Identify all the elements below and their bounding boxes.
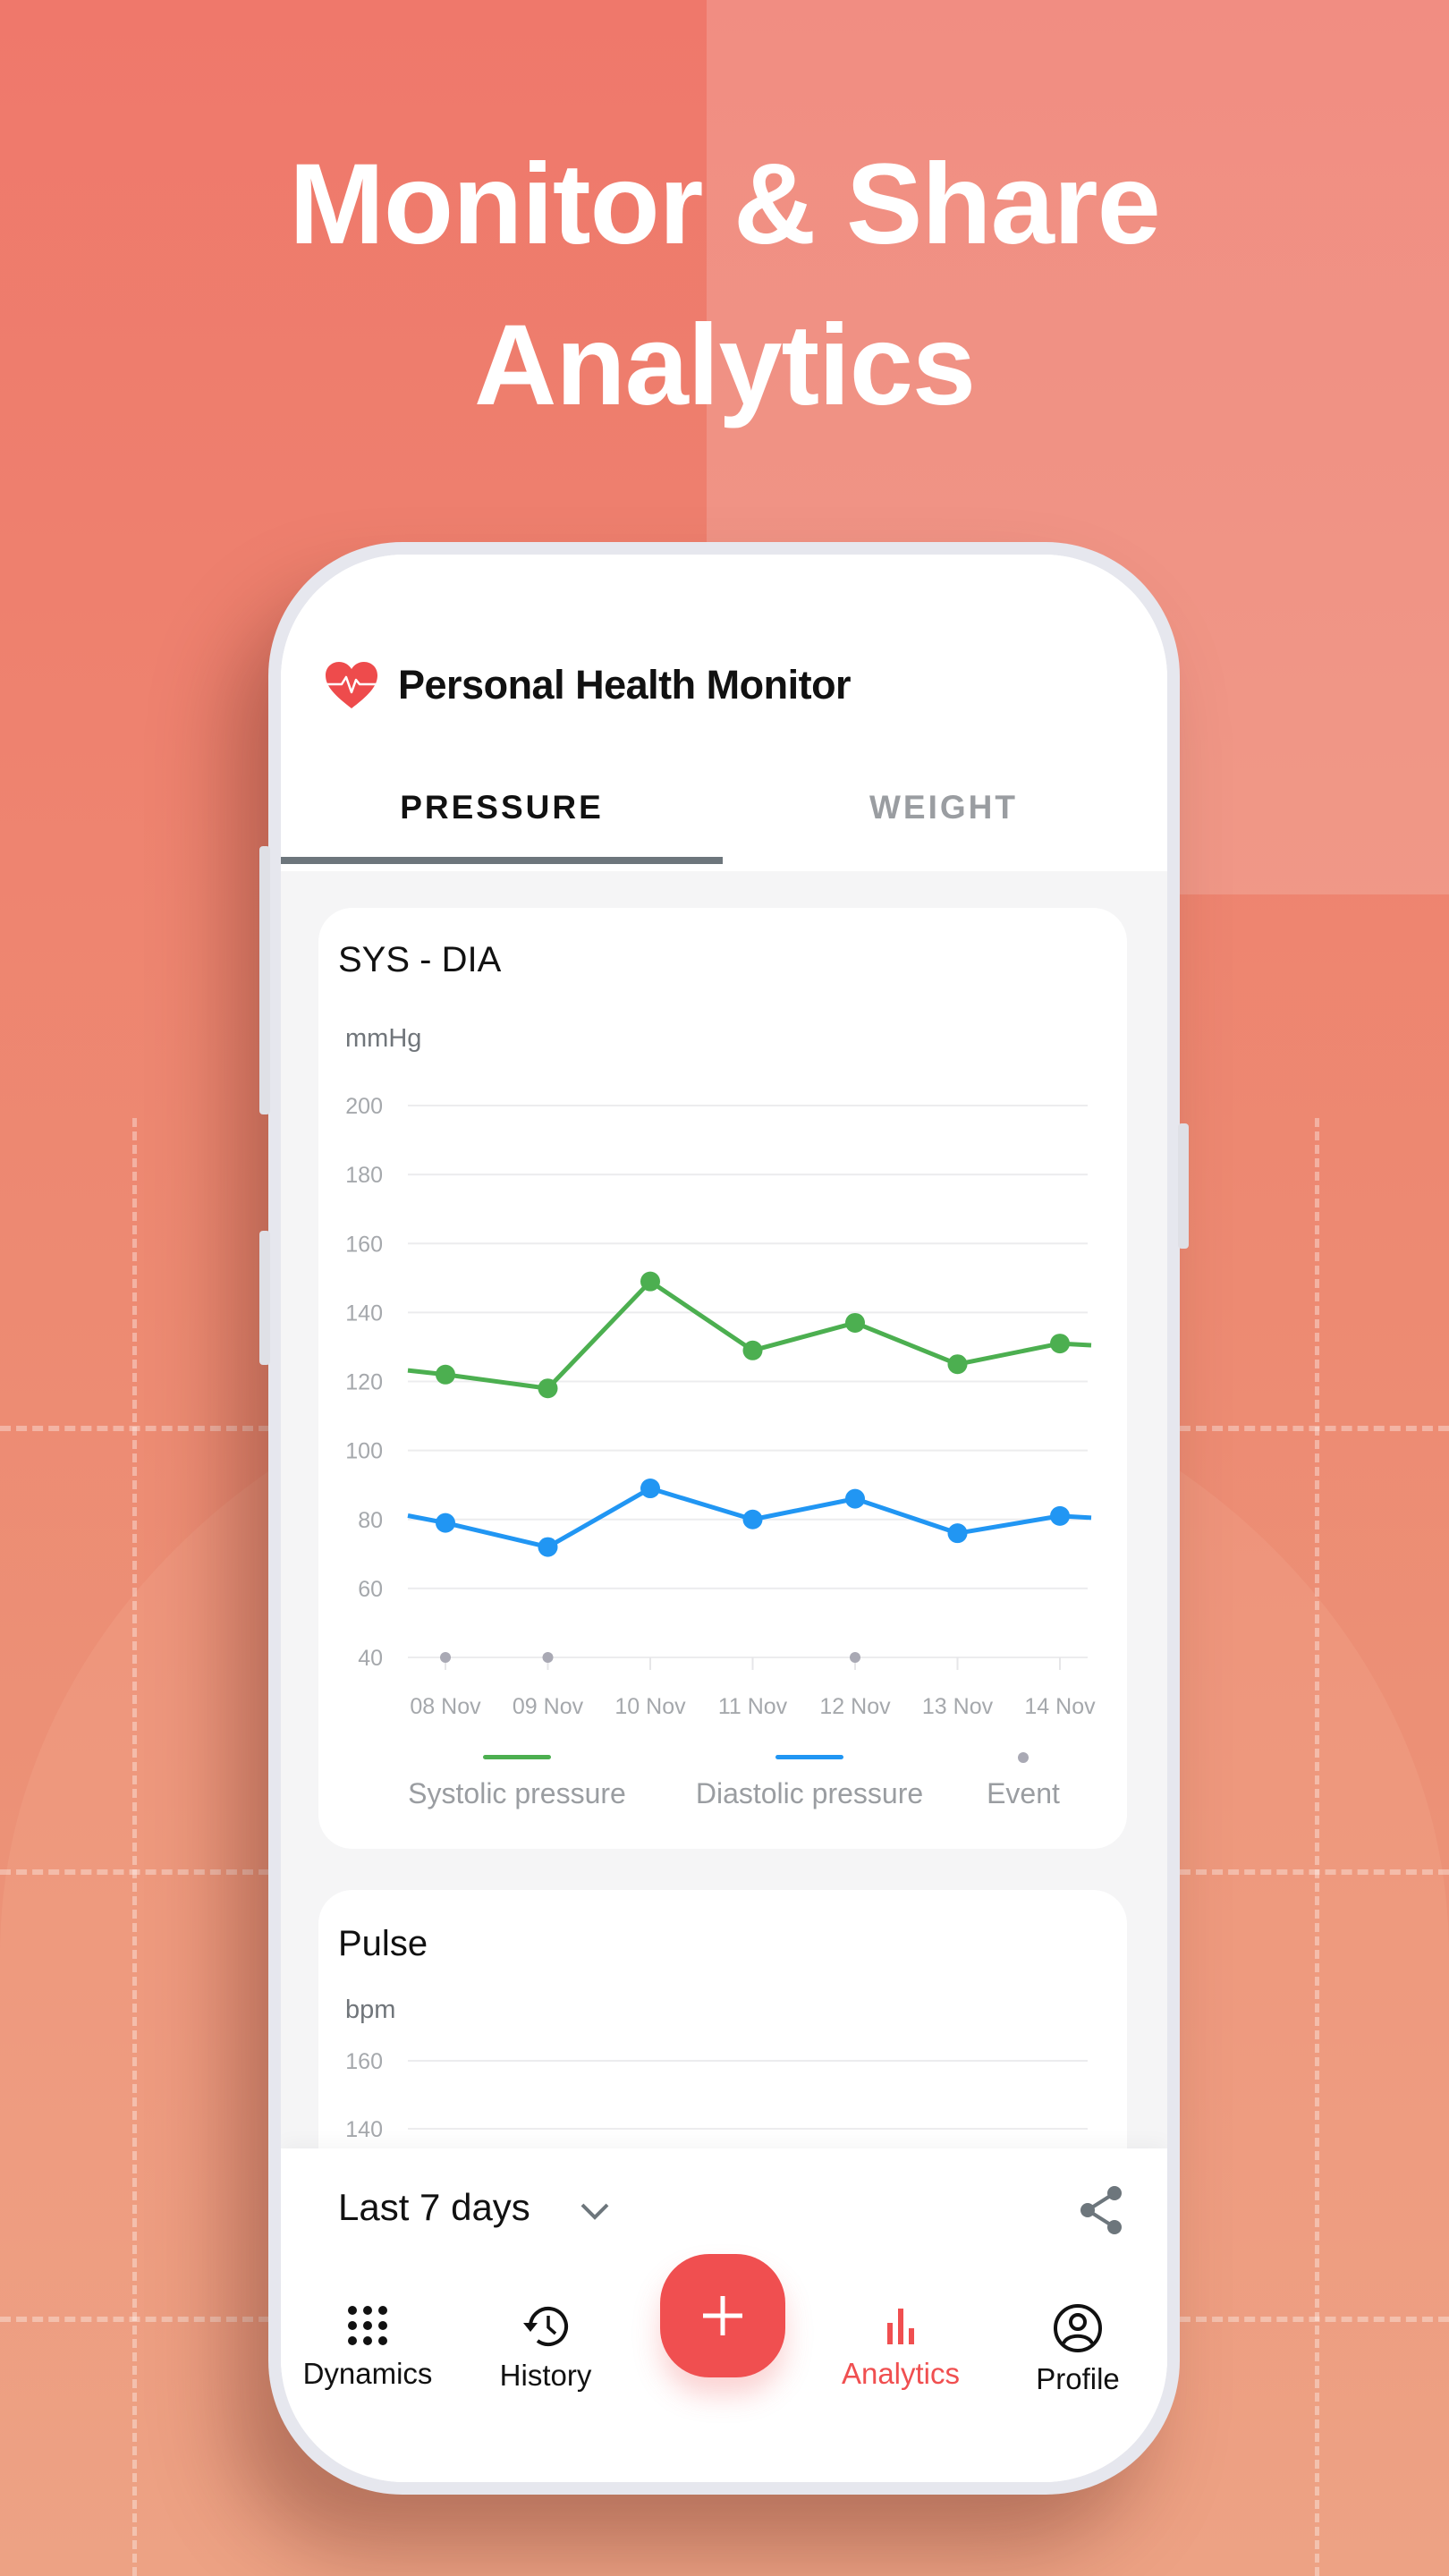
y-tick-label: 180 <box>345 1163 383 1188</box>
app-title: Personal Health Monitor <box>398 662 852 708</box>
legend-label: Diastolic pressure <box>695 1777 924 1809</box>
legend-label: Systolic pressure <box>408 1777 626 1809</box>
tab-weight[interactable]: WEIGHT <box>723 789 1165 826</box>
diastolic-point <box>538 1537 558 1557</box>
phone-side-button <box>1178 1123 1189 1249</box>
diastolic-point <box>947 1523 968 1544</box>
systolic-point <box>1050 1334 1070 1354</box>
profile-icon <box>1054 2304 1102 2352</box>
systolic-point <box>947 1354 968 1375</box>
bottom-navigation: Dynamics History Analytics Profile <box>281 2254 1167 2482</box>
phone-frame: Personal Health Monitor PRESSURE WEIGHT … <box>259 542 1189 2495</box>
legend-marker-event <box>1018 1752 1029 1763</box>
pressure-chart-card: SYS - DIA mmHg 200 180 160 140 120 100 80 60 40 0… <box>318 908 1127 1849</box>
legend-label: Event <box>987 1777 1060 1809</box>
phone-side-button <box>259 846 270 1114</box>
systolic-line <box>407 1279 1092 1391</box>
nav-label: Dynamics <box>302 2357 433 2390</box>
pressure-chart: 200 180 160 140 120 100 80 60 40 08 Nov 09 Nov 10 N… <box>345 1094 1096 1719</box>
x-tick-label: 11 Nov <box>718 1694 788 1719</box>
legend-marker-diastolic <box>775 1755 843 1759</box>
tab-pressure[interactable]: PRESSURE <box>281 789 723 826</box>
headline-line-1: Monitor & Share <box>289 140 1161 268</box>
x-tick-label: 14 Nov <box>1024 1694 1096 1719</box>
app-screen: Personal Health Monitor PRESSURE WEIGHT … <box>281 555 1167 2482</box>
nav-dynamics[interactable]: Dynamics <box>287 2303 448 2391</box>
chevron-down-icon[interactable] <box>579 2200 611 2222</box>
y-tick-label: 60 <box>358 1577 383 1602</box>
y-tick-label: 160 <box>345 1232 383 1257</box>
decor-dashed-line <box>132 1118 137 2576</box>
y-tick-label: 140 <box>345 1301 383 1326</box>
systolic-point <box>538 1378 558 1399</box>
y-tick-label: 40 <box>358 1646 383 1671</box>
heart-pulse-icon <box>326 662 377 708</box>
systolic-point <box>436 1364 455 1385</box>
range-bar: Last 7 days <box>281 2148 1167 2267</box>
headline-line-2: Analytics <box>473 301 976 429</box>
diastolic-point <box>1050 1505 1070 1526</box>
event-point <box>850 1652 860 1663</box>
diastolic-point <box>640 1479 660 1499</box>
systolic-point <box>845 1312 865 1333</box>
nav-analytics[interactable]: Analytics <box>820 2303 981 2391</box>
phone-side-button <box>259 1231 270 1365</box>
nav-label: Analytics <box>841 2357 961 2390</box>
y-tick-label: 200 <box>345 1094 383 1119</box>
diastolic-point <box>436 1513 455 1533</box>
x-tick-label: 09 Nov <box>513 1694 584 1719</box>
x-tick-label: 12 Nov <box>819 1694 891 1719</box>
decor-dashed-line <box>1315 1118 1319 2576</box>
systolic-point <box>640 1271 660 1292</box>
event-point <box>542 1652 554 1663</box>
share-icon[interactable] <box>1077 2184 1125 2236</box>
systolic-point <box>742 1340 763 1360</box>
x-tick-label: 13 Nov <box>922 1694 994 1719</box>
plus-icon <box>703 2296 742 2335</box>
grid-dots-icon <box>348 2306 387 2345</box>
y-tick-label: 120 <box>345 1370 383 1395</box>
y-tick-label: 100 <box>345 1439 383 1464</box>
x-tick-label: 08 Nov <box>410 1694 481 1719</box>
active-tab-indicator <box>281 857 723 864</box>
y-tick-label: 140 <box>345 2117 383 2142</box>
add-entry-button[interactable] <box>660 2254 785 2377</box>
x-tick-label: 10 Nov <box>614 1694 686 1719</box>
app-header: Personal Health Monitor PRESSURE WEIGHT <box>281 555 1167 871</box>
nav-label: Profile <box>1036 2362 1120 2395</box>
nav-label: History <box>499 2359 592 2392</box>
diastolic-point <box>742 1509 763 1530</box>
date-range-select[interactable]: Last 7 days <box>338 2186 530 2229</box>
y-tick-label: 80 <box>358 1508 383 1533</box>
bar-chart-icon <box>887 2309 914 2344</box>
history-icon <box>523 2307 568 2346</box>
y-tick-label: 160 <box>345 2049 383 2074</box>
event-point <box>440 1652 451 1663</box>
nav-history[interactable]: History <box>465 2303 626 2393</box>
nav-profile[interactable]: Profile <box>997 2303 1158 2396</box>
legend-marker-systolic <box>483 1755 551 1759</box>
diastolic-point <box>845 1488 865 1509</box>
